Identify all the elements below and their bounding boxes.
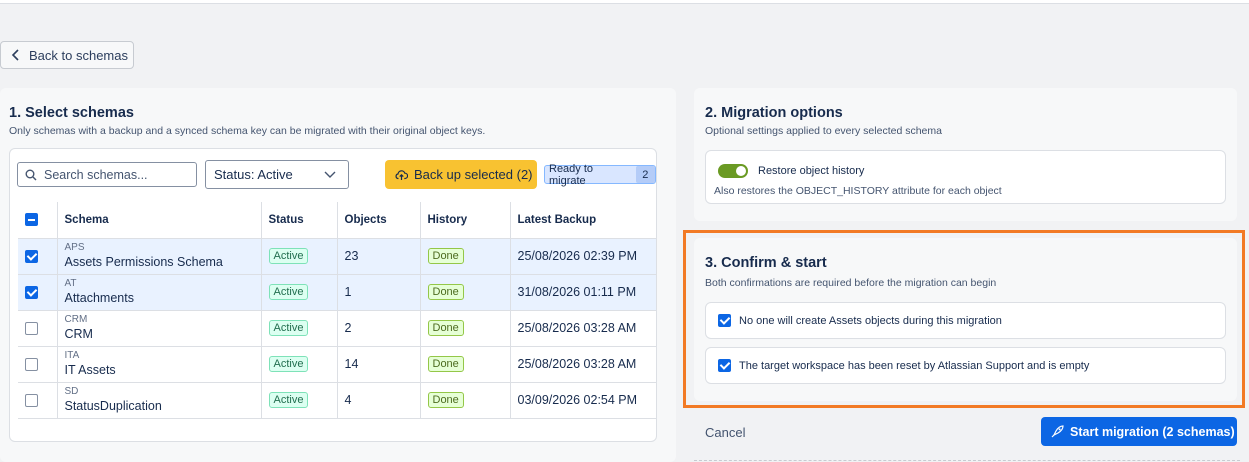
options-subtitle: Optional settings applied to every selec… — [705, 125, 942, 137]
history-cell: Done — [420, 346, 511, 383]
history-cell: Done — [420, 382, 511, 419]
row-checkbox-cell[interactable] — [18, 346, 58, 383]
ready-to-migrate-badge: Ready to migrate 2 — [544, 162, 656, 187]
history-cell: Done — [420, 238, 511, 275]
column-header[interactable]: Latest Backup — [510, 202, 656, 239]
status-cell: Active — [261, 346, 338, 383]
backup-selected-button[interactable]: Back up selected (2) — [385, 160, 537, 189]
table-row[interactable]: APS Assets Permissions Schema Active 23 Done… — [18, 238, 656, 275]
status-lozenge: Active — [268, 356, 309, 372]
row-checkbox-cell[interactable] — [18, 382, 58, 419]
backup-label: Back up selected (2) — [414, 167, 533, 182]
schema-cell: SD StatusDuplication — [57, 382, 262, 419]
row-checkbox[interactable] — [25, 286, 38, 300]
cloud-upload-icon — [395, 169, 408, 180]
history-lozenge: Done — [427, 392, 464, 408]
restore-label: Restore object history — [758, 165, 865, 177]
table-row[interactable]: SD StatusDuplication Active 4 Done 03/09/2026… — [18, 382, 656, 419]
ready-label: Ready to migrate — [549, 162, 594, 187]
top-bar — [0, 0, 1249, 4]
row-checkbox[interactable] — [25, 250, 38, 264]
select-subtitle: Only schemas with a backup and a synced … — [9, 125, 486, 137]
schema-cell: APS Assets Permissions Schema — [57, 238, 262, 275]
status-cell: Active — [261, 274, 338, 311]
history-lozenge: Done — [427, 248, 464, 264]
schema-code: SD — [64, 386, 79, 397]
search-input[interactable]: Search schemas... — [17, 162, 197, 187]
backup-cell: 25/08/2026 02:39 PM — [510, 238, 656, 275]
ready-count: 2 — [635, 166, 655, 183]
schema-code: CRM — [64, 314, 88, 325]
restore-history-toggle[interactable] — [718, 164, 748, 178]
column-header[interactable]: History — [420, 202, 511, 239]
start-migration-button[interactable]: Start migration (2 schemas) — [1041, 417, 1237, 446]
schema-code: ITA — [64, 350, 80, 361]
select-title: 1. Select schemas — [9, 105, 134, 121]
row-checkbox-cell[interactable] — [18, 274, 58, 311]
rocket-icon — [1051, 425, 1064, 438]
schema-name: IT Assets — [64, 363, 116, 377]
table-row[interactable]: CRM CRM Active 2 Done 25/08/2026 03:28 AM — [18, 310, 656, 347]
search-icon — [25, 169, 37, 180]
status-filter-select[interactable]: Status: Active — [205, 160, 349, 189]
row-checkbox-cell[interactable] — [18, 238, 58, 275]
row-checkbox[interactable] — [25, 322, 38, 336]
schemas-table: Schema Status Objects History Latest Bac… — [18, 202, 656, 419]
select-all-checkbox[interactable] — [18, 202, 58, 239]
chevron-down-icon — [324, 171, 336, 178]
objects-cell: 2 — [337, 310, 421, 347]
divider — [694, 460, 1240, 461]
schema-cell: CRM CRM — [57, 310, 262, 347]
schema-code: APS — [64, 242, 85, 253]
table-row[interactable]: AT Attachments Active 1 Done 31/08/2026 01:11… — [18, 274, 656, 311]
start-migration-label: Start migration (2 schemas) — [1070, 424, 1235, 439]
status-lozenge: Active — [268, 284, 309, 300]
schema-name: Attachments — [64, 291, 134, 305]
history-lozenge: Done — [427, 320, 464, 336]
restore-description: Also restores the OBJECT_HISTORY attribu… — [714, 185, 1002, 197]
column-header[interactable]: Status — [261, 202, 338, 239]
backup-cell: 25/08/2026 03:28 AM — [510, 310, 656, 347]
history-lozenge: Done — [427, 284, 464, 300]
schema-name: StatusDuplication — [64, 399, 162, 413]
history-cell: Done — [420, 310, 511, 347]
status-cell: Active — [261, 310, 338, 347]
objects-cell: 14 — [337, 346, 421, 383]
column-header[interactable]: Objects — [337, 202, 421, 239]
restore-history-card: Restore object history Also restores the… — [705, 150, 1226, 204]
table-header-row: Schema Status Objects History Latest Bac… — [18, 202, 656, 239]
status-lozenge: Active — [268, 320, 309, 336]
schema-name: Assets Permissions Schema — [64, 255, 223, 269]
schema-cell: ITA IT Assets — [57, 346, 262, 383]
confirm-highlight-frame — [683, 230, 1245, 408]
objects-cell: 4 — [337, 382, 421, 419]
history-cell: Done — [420, 274, 511, 311]
back-to-schemas-button[interactable]: Back to schemas — [0, 41, 134, 69]
status-lozenge: Active — [268, 392, 309, 408]
schema-name: CRM — [64, 327, 93, 341]
backup-cell: 03/09/2026 02:54 PM — [510, 382, 656, 419]
objects-cell: 1 — [337, 274, 421, 311]
backup-cell: 31/08/2026 01:11 PM — [510, 274, 656, 311]
column-header[interactable]: Schema — [57, 202, 262, 239]
backup-cell: 25/08/2026 03:28 AM — [510, 346, 656, 383]
search-placeholder: Search schemas... — [44, 167, 148, 182]
status-filter-value: Status: Active — [214, 167, 293, 182]
status-lozenge: Active — [268, 248, 309, 264]
status-cell: Active — [261, 238, 338, 275]
checkbox-indeterminate-icon — [25, 213, 38, 227]
chevron-left-icon — [11, 49, 19, 61]
objects-cell: 23 — [337, 238, 421, 275]
cancel-button[interactable]: Cancel — [705, 425, 745, 440]
back-label: Back to schemas — [29, 47, 128, 63]
schema-cell: AT Attachments — [57, 274, 262, 311]
row-checkbox[interactable] — [25, 394, 38, 408]
status-cell: Active — [261, 382, 338, 419]
row-checkbox-cell[interactable] — [18, 310, 58, 347]
table-row[interactable]: ITA IT Assets Active 14 Done 25/08/2026 03:28… — [18, 346, 656, 383]
row-checkbox[interactable] — [25, 358, 38, 372]
options-title: 2. Migration options — [705, 105, 843, 121]
schema-code: AT — [64, 278, 77, 289]
history-lozenge: Done — [427, 356, 464, 372]
